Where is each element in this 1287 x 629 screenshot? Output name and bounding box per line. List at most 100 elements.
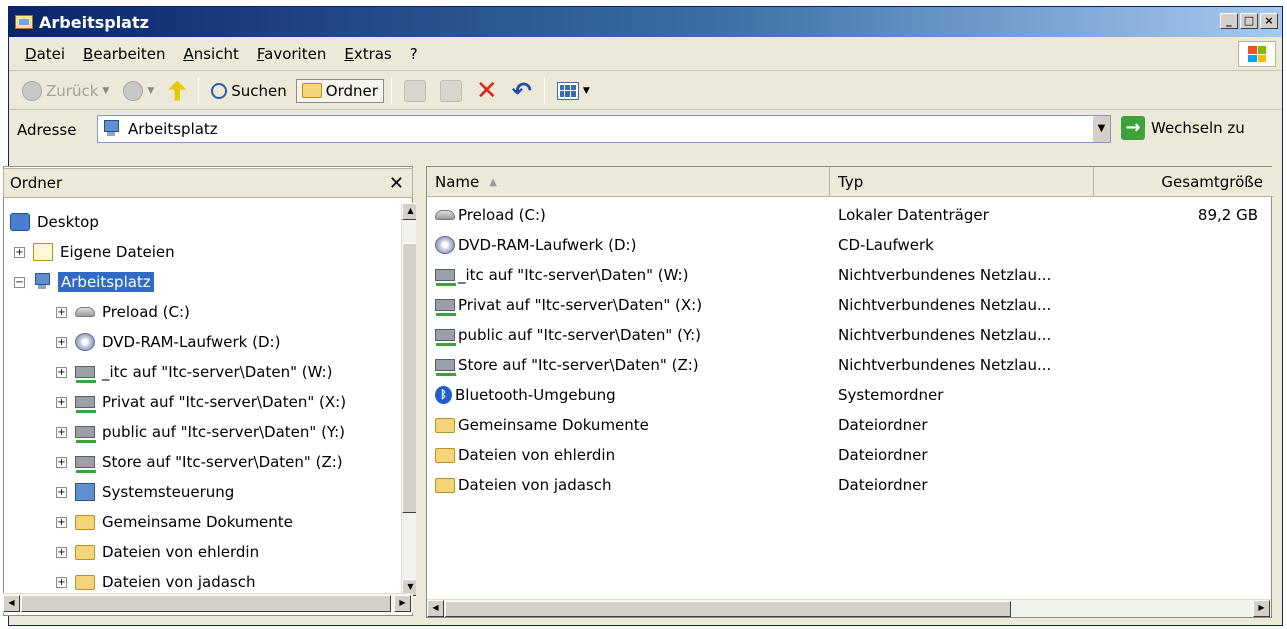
maximize-button[interactable]: □ bbox=[1240, 13, 1258, 29]
undo-button[interactable]: ↶ bbox=[507, 78, 537, 104]
folders-pane: Desktop + Eigene Dateien − Arbeitsplatz + Prel… bbox=[3, 166, 419, 616]
column-header-name[interactable]: Name ▲ bbox=[427, 167, 830, 197]
menu-ansicht[interactable]: Ansicht bbox=[175, 42, 246, 66]
close-button[interactable]: × bbox=[1260, 13, 1278, 29]
list-item[interactable]: public auf "Itc-server\Daten" (Y:) Nichtv… bbox=[427, 320, 1273, 350]
tree-item[interactable]: + Gemeinsame Dokumente bbox=[10, 507, 398, 537]
network-drive-icon bbox=[435, 299, 456, 316]
control-panel-icon bbox=[75, 483, 95, 501]
column-header-type[interactable]: Typ bbox=[830, 167, 1094, 197]
list-item[interactable]: Preload (C:) Lokaler Datenträger 89,2 GB bbox=[427, 200, 1273, 230]
list-item[interactable]: _itc auf "Itc-server\Daten" (W:) Nichtver… bbox=[427, 260, 1273, 290]
column-name-label: Name bbox=[435, 173, 480, 191]
menu-favoriten[interactable]: Favoriten bbox=[249, 42, 334, 66]
list-item[interactable]: Privat auf "Itc-server\Daten" (X:) Nichtv… bbox=[427, 290, 1273, 320]
address-bar: Adresse Arbeitsplatz ▼ → Wechseln zu bbox=[9, 111, 1282, 149]
tree-item[interactable]: + Systemsteuerung bbox=[10, 477, 398, 507]
expand-icon[interactable]: + bbox=[14, 246, 25, 258]
menu-datei[interactable]: Datei bbox=[17, 42, 73, 66]
tree-item[interactable]: − Arbeitsplatz bbox=[10, 267, 398, 297]
scroll-left-button[interactable]: ◀ bbox=[427, 600, 444, 617]
cell-size: 89,2 GB bbox=[1197, 206, 1258, 224]
expand-icon[interactable]: + bbox=[56, 426, 67, 438]
cell-type: Nichtverbundenes Netzlau... bbox=[838, 266, 1052, 284]
menu-bearbeiten[interactable]: Bearbeiten bbox=[75, 42, 173, 66]
copy-to-button[interactable] bbox=[435, 78, 467, 104]
tree-item[interactable]: Desktop bbox=[10, 207, 398, 237]
scroll-right-button[interactable]: ▶ bbox=[1253, 600, 1270, 617]
scroll-right-button[interactable]: ▶ bbox=[394, 595, 411, 612]
tree-item-label: Desktop bbox=[37, 213, 99, 231]
chevron-down-icon: ▼ bbox=[102, 85, 110, 96]
list-item[interactable]: Store auf "Itc-server\Daten" (Z:) Nichtve… bbox=[427, 350, 1273, 380]
menu-help[interactable]: ? bbox=[402, 42, 426, 66]
cell-name: Dateien von ehlerdin bbox=[427, 446, 830, 464]
tree-item[interactable]: + Preload (C:) bbox=[10, 297, 398, 327]
menu-bar: Datei Bearbeiten Ansicht Favoriten Extra… bbox=[9, 37, 1282, 71]
delete-button[interactable]: ✕ bbox=[471, 78, 503, 104]
expand-icon[interactable]: + bbox=[56, 366, 67, 378]
cell-name: Store auf "Itc-server\Daten" (Z:) bbox=[427, 356, 830, 376]
pane-splitter[interactable] bbox=[416, 166, 424, 618]
expand-icon[interactable]: + bbox=[56, 396, 67, 408]
views-icon bbox=[556, 81, 579, 100]
collapse-icon[interactable]: − bbox=[14, 276, 25, 288]
move-to-button[interactable] bbox=[399, 78, 431, 104]
forward-arrow-icon bbox=[123, 80, 144, 101]
expand-icon[interactable]: + bbox=[56, 336, 67, 348]
scroll-left-button[interactable]: ◀ bbox=[3, 595, 20, 612]
tree-horizontal-scrollbar[interactable]: ◀ ▶ bbox=[3, 593, 413, 613]
tree-item[interactable]: + _itc auf "Itc-server\Daten" (W:) bbox=[10, 357, 398, 387]
list-item[interactable]: ᛒ Bluetooth-Umgebung Systemordner bbox=[427, 380, 1273, 410]
folder-icon bbox=[75, 514, 95, 530]
close-icon[interactable]: ✕ bbox=[389, 173, 404, 194]
expand-icon[interactable]: + bbox=[56, 486, 67, 498]
search-button[interactable]: Suchen bbox=[206, 80, 292, 102]
list-item[interactable]: DVD-RAM-Laufwerk (D:) CD-Laufwerk bbox=[427, 230, 1273, 260]
tree-item[interactable]: + Store auf "Itc-server\Daten" (Z:) bbox=[10, 447, 398, 477]
folder-icon bbox=[75, 544, 95, 560]
tree-item-label: Privat auf "Itc-server\Daten" (X:) bbox=[102, 393, 347, 411]
expand-icon[interactable]: + bbox=[56, 456, 67, 468]
expand-icon[interactable]: + bbox=[56, 516, 67, 528]
chevron-down-icon: ▼ bbox=[147, 85, 155, 96]
cell-name: ᛒ Bluetooth-Umgebung bbox=[427, 386, 830, 404]
tree-item[interactable]: + public auf "Itc-server\Daten" (Y:) bbox=[10, 417, 398, 447]
expand-icon[interactable]: + bbox=[56, 576, 67, 588]
menu-extras[interactable]: Extras bbox=[336, 42, 399, 66]
expand-icon[interactable]: + bbox=[56, 306, 67, 318]
scroll-thumb[interactable] bbox=[445, 601, 1011, 617]
folders-button[interactable]: Ordner bbox=[295, 78, 384, 103]
up-button[interactable] bbox=[163, 79, 191, 103]
forward-button[interactable]: ▼ bbox=[118, 79, 159, 103]
list-item[interactable]: Dateien von jadasch Dateiordner bbox=[427, 470, 1273, 500]
cell-type: Systemordner bbox=[838, 386, 944, 404]
back-button[interactable]: Zurück ▼ bbox=[17, 79, 114, 103]
go-button[interactable]: → Wechseln zu bbox=[1121, 116, 1245, 140]
column-header-size[interactable]: Gesamtgröße bbox=[1094, 167, 1271, 197]
views-button[interactable]: ▼ bbox=[552, 80, 595, 102]
tree-item[interactable]: + DVD-RAM-Laufwerk (D:) bbox=[10, 327, 398, 357]
bluetooth-icon: ᛒ bbox=[435, 386, 452, 404]
list-item[interactable]: Dateien von ehlerdin Dateiordner bbox=[427, 440, 1273, 470]
list-horizontal-scrollbar[interactable]: ◀ ▶ bbox=[427, 599, 1271, 617]
item-name: Bluetooth-Umgebung bbox=[455, 386, 616, 404]
minimize-button[interactable]: _ bbox=[1220, 13, 1238, 29]
tree-item[interactable]: + Dateien von ehlerdin bbox=[10, 537, 398, 567]
address-input[interactable]: Arbeitsplatz ▼ bbox=[97, 115, 1111, 143]
scroll-thumb[interactable] bbox=[21, 595, 391, 612]
address-dropdown-button[interactable]: ▼ bbox=[1092, 116, 1110, 142]
network-drive-icon bbox=[435, 359, 456, 376]
cell-name: public auf "Itc-server\Daten" (Y:) bbox=[427, 326, 830, 346]
tree-item[interactable]: + Privat auf "Itc-server\Daten" (X:) bbox=[10, 387, 398, 417]
file-list: Preload (C:) Lokaler Datenträger 89,2 GB DV… bbox=[427, 200, 1273, 500]
expand-icon[interactable]: + bbox=[56, 546, 67, 558]
cell-type: Lokaler Datenträger bbox=[838, 206, 989, 224]
file-list-pane: Name ▲ Typ Gesamtgröße Preload (C:) Lokal… bbox=[426, 166, 1273, 618]
network-drive-icon bbox=[75, 426, 96, 443]
up-folder-icon bbox=[168, 80, 187, 101]
list-item[interactable]: Gemeinsame Dokumente Dateiordner bbox=[427, 410, 1273, 440]
title-bar[interactable]: Arbeitsplatz _ □ × bbox=[9, 7, 1282, 37]
tree-item-label: Arbeitsplatz bbox=[58, 272, 154, 292]
tree-item[interactable]: + Eigene Dateien bbox=[10, 237, 398, 267]
